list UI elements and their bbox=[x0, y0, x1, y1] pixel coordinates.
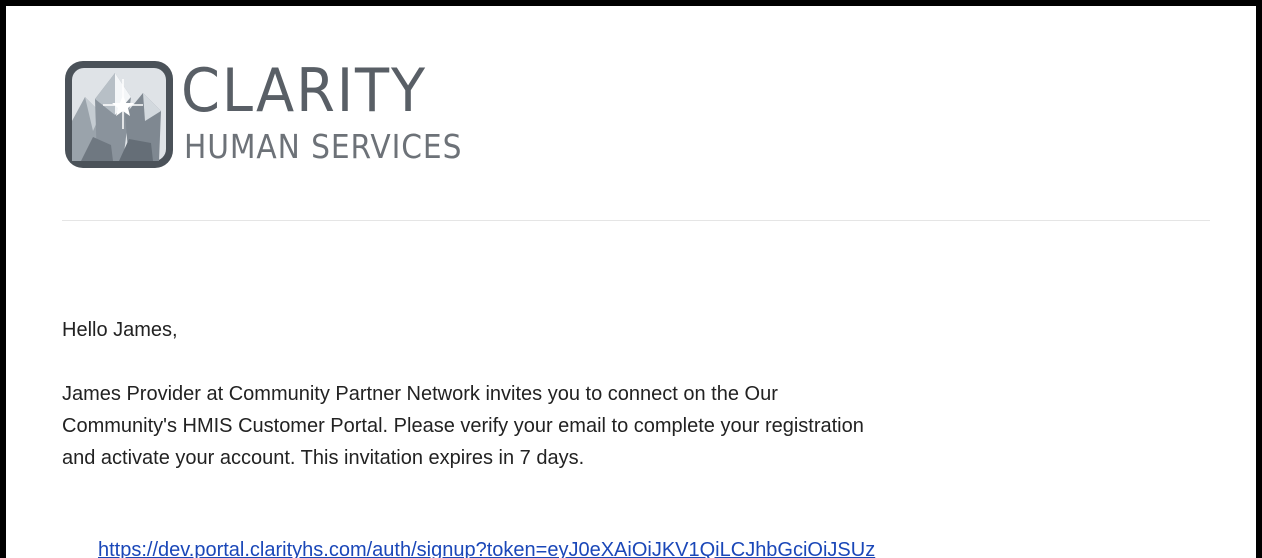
message-line: Community's HMIS Customer Portal. Please… bbox=[62, 415, 864, 437]
logo-tagline: HUMAN SERVICES bbox=[184, 127, 463, 166]
signup-link[interactable]: https://dev.portal.clarityhs.com/auth/si… bbox=[98, 538, 875, 558]
header-divider bbox=[62, 220, 1210, 221]
email-message: James Provider at Community Partner Netw… bbox=[62, 378, 1202, 474]
clarity-logo: CLARITY HUMAN SERVICES bbox=[63, 56, 503, 179]
message-line: James Provider at Community Partner Netw… bbox=[62, 383, 778, 405]
email-greeting: Hello James, bbox=[62, 319, 178, 341]
message-line: and activate your account. This invitati… bbox=[62, 447, 585, 469]
logo-name: CLARITY bbox=[181, 56, 427, 126]
crystal-icon bbox=[65, 61, 173, 168]
email-frame: CLARITY HUMAN SERVICES Hello James, Jame… bbox=[6, 6, 1256, 558]
